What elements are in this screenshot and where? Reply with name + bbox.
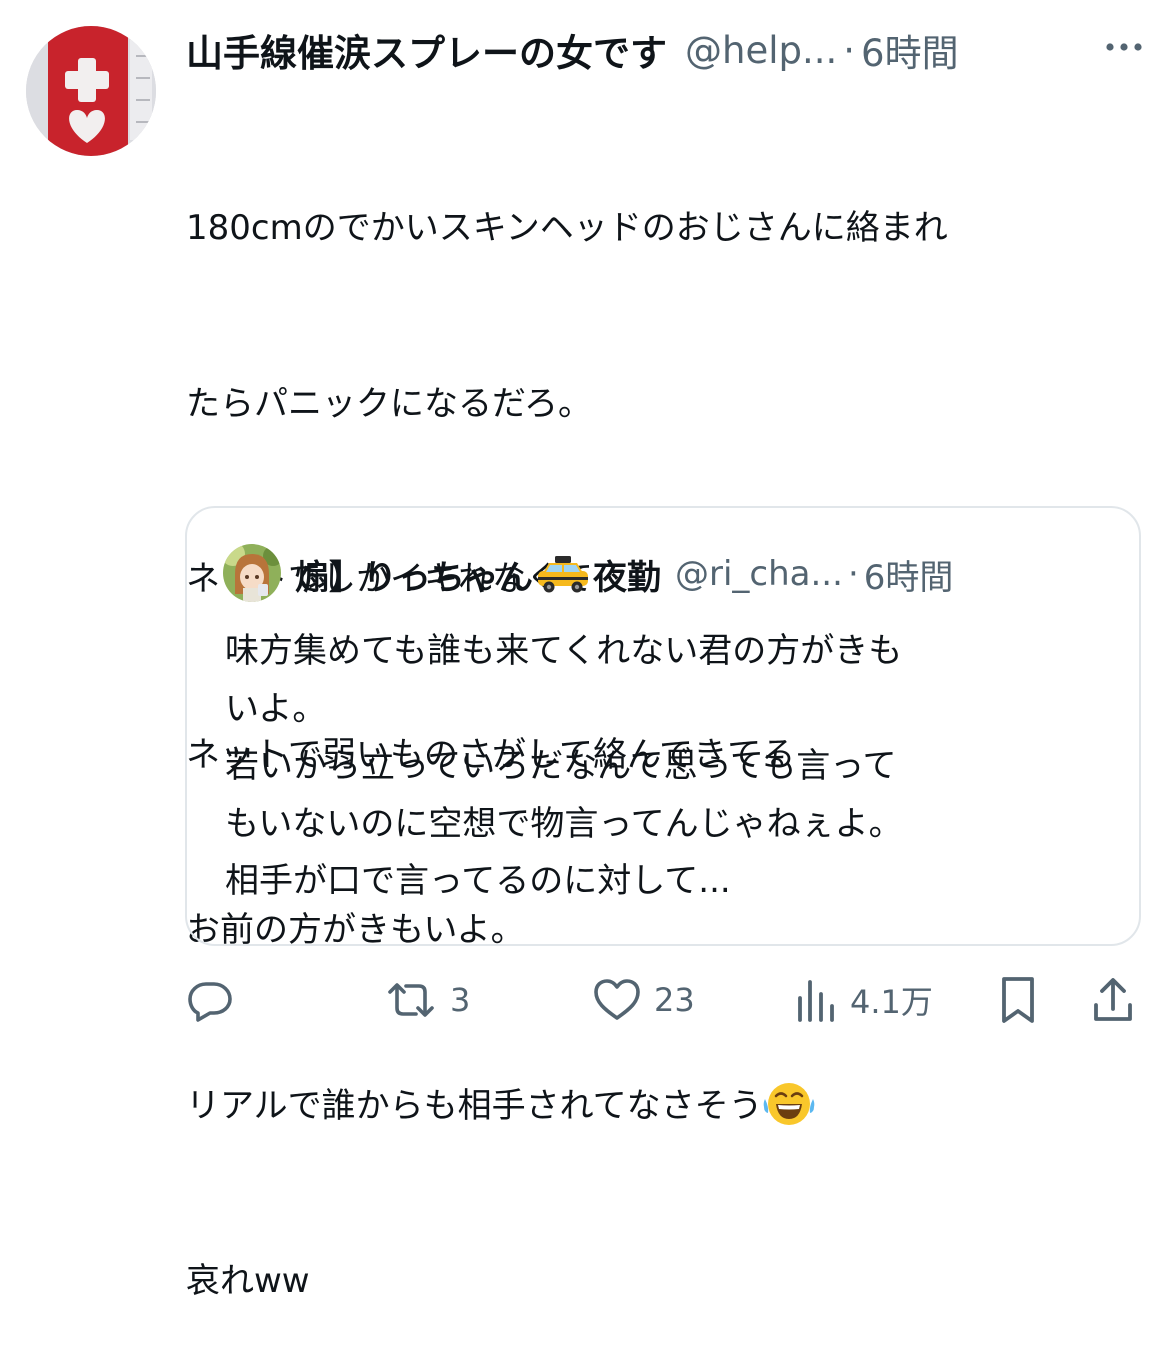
post-text-segment: リアルで誰からも相手されてなさそう: [186, 1085, 763, 1126]
quoted-text-line: 味方集めても誰も来てくれない君の方がきも: [225, 631, 903, 671]
author-display-name[interactable]: 山手線催涙スプレーの女です: [186, 23, 667, 77]
quoted-author-avatar[interactable]: [223, 544, 281, 602]
action-bar: 3 23 4.1万: [186, 970, 1146, 1030]
header-separator: ·: [843, 28, 856, 72]
quoted-text-line: 相手が口で言ってるのに対して...: [225, 861, 731, 901]
share-icon: [1091, 975, 1135, 1025]
quoted-name-prefix: 煽】りっちゃん: [295, 557, 533, 598]
views-count: 4.1万: [850, 983, 933, 1021]
quoted-header: 煽】りっちゃん 夜勤 @ri_cha... · 6時間: [295, 546, 953, 602]
joy-emoji: [763, 1077, 815, 1129]
quoted-text-line: 若いから立っていろだなんて思っても言って: [225, 746, 897, 786]
like-button[interactable]: 23: [592, 970, 695, 1030]
author-handle[interactable]: @help...: [685, 29, 837, 72]
post-header: 山手線催涙スプレーの女です @help... · 6時間: [186, 22, 1146, 78]
repost-count: 3: [450, 981, 471, 1019]
quoted-post[interactable]: 煽】りっちゃん 夜勤 @ri_cha... · 6時間 味方集めても誰も来てくれ…: [185, 506, 1141, 946]
bookmark-icon: [996, 975, 1040, 1025]
quoted-handle[interactable]: @ri_cha...: [675, 554, 843, 594]
reply-icon: [186, 976, 234, 1024]
quoted-name-suffix: 夜勤: [593, 557, 661, 598]
post-text-line-with-emoji: リアルで誰からも相手されてなさそう: [186, 1077, 1146, 1136]
quoted-text-line: いよ。: [225, 688, 327, 729]
quoted-display-name[interactable]: 煽】りっちゃん 夜勤: [295, 550, 661, 599]
quoted-text-line: もいないのに空想で物言ってんじゃねぇよ。: [225, 803, 903, 844]
repost-icon: [384, 976, 438, 1024]
taxi-emoji: [535, 553, 591, 595]
views-button[interactable]: 4.1万: [794, 970, 933, 1030]
post-text-line: 哀れww: [186, 1261, 310, 1301]
quoted-header-separator: ·: [847, 554, 859, 594]
repost-button[interactable]: 3: [384, 970, 470, 1030]
more-options-icon[interactable]: [1102, 32, 1146, 62]
post-timestamp[interactable]: 6時間: [861, 23, 959, 77]
reply-button[interactable]: [186, 970, 234, 1030]
author-avatar[interactable]: [26, 26, 156, 156]
quoted-timestamp[interactable]: 6時間: [864, 550, 954, 599]
quoted-text: 味方集めても誰も来てくれない君の方がきも いよ。 若いから立っていろだなんて思っ…: [225, 623, 1105, 911]
views-icon: [794, 976, 838, 1024]
post-text-line: たらパニックになるだろ。: [186, 383, 592, 424]
bookmark-button[interactable]: [996, 970, 1040, 1030]
share-button[interactable]: [1091, 970, 1135, 1030]
heart-icon: [592, 976, 642, 1024]
like-count: 23: [654, 981, 695, 1019]
post-text-line: 180cmのでかいスキンヘッドのおじさんに絡まれ: [186, 208, 948, 248]
